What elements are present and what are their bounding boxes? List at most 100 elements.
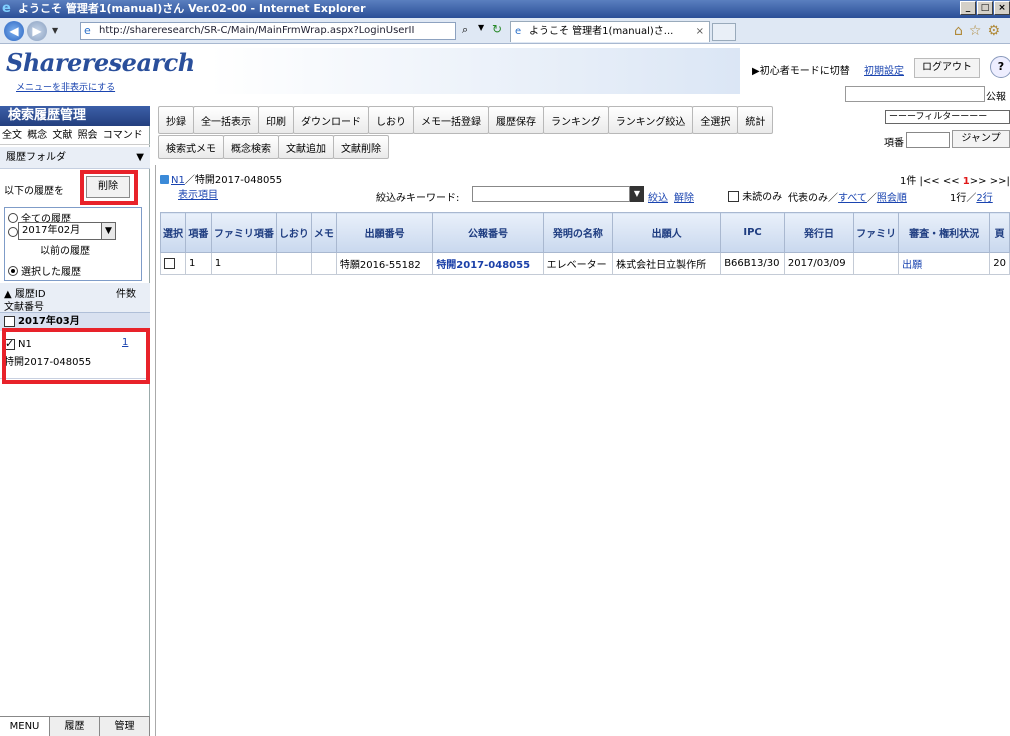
row-select-cell[interactable] — [160, 252, 186, 275]
col-family-no[interactable]: ファミリ項番 — [210, 212, 277, 253]
col-page: 頁 — [989, 212, 1010, 253]
tab-command[interactable]: コマンド — [103, 130, 143, 141]
header-input[interactable] — [845, 86, 985, 102]
col-pub-no[interactable]: 公報番号 — [432, 212, 544, 253]
col-date[interactable]: 発行日 — [783, 212, 855, 253]
repr-all-link[interactable]: すべて — [838, 193, 867, 204]
add-document-button[interactable]: 文献追加 — [278, 135, 334, 159]
unread-checkbox[interactable] — [728, 191, 739, 202]
rows-label: 1行／ — [950, 193, 977, 204]
breadcrumb-rest: ／特開2017-048055 — [184, 175, 283, 186]
hide-menu-link[interactable]: メニューを非表示にする — [16, 80, 115, 93]
ranking-button[interactable]: ランキング — [543, 106, 609, 134]
select-all-button[interactable]: 全選択 — [692, 106, 739, 134]
new-tab-button[interactable] — [712, 23, 736, 41]
statistics-button[interactable]: 統計 — [737, 106, 774, 134]
bulk-memo-button[interactable]: メモ一括登録 — [413, 106, 489, 134]
col-ipc[interactable]: IPC — [720, 212, 785, 253]
pagination-prefix[interactable]: 1件 |<< << — [900, 176, 963, 187]
keyword-label: 絞込みキーワード: — [376, 193, 460, 204]
history-folder-select[interactable]: 履歴フォルダ ▼ — [0, 147, 150, 169]
history-dropdown-icon[interactable]: ▼ — [52, 26, 58, 35]
browser-tab[interactable]: e ようこそ 管理者1(manual)さ... × — [510, 21, 710, 42]
keyword-input[interactable] — [472, 186, 630, 202]
tab-manage[interactable]: 管理 — [100, 717, 150, 736]
gear-icon[interactable]: ⚙ — [987, 23, 1006, 39]
row-app-no: 特願2016-55182 — [335, 252, 434, 275]
initial-settings-link[interactable]: 初期設定 — [864, 62, 904, 77]
col-app-no[interactable]: 出願番号 — [335, 212, 434, 253]
url-input[interactable]: e http://shareresearch/SR-C/Main/MainFrm… — [80, 22, 456, 40]
minimize-button[interactable]: _ — [960, 1, 976, 15]
row-checkbox[interactable] — [164, 257, 175, 269]
jump-button[interactable]: ジャンプ — [952, 130, 1010, 148]
tab-fulltext[interactable]: 全文 — [2, 130, 22, 141]
logout-button[interactable]: ログアウト — [914, 58, 980, 78]
date-select[interactable]: 2017年02月 ▼ — [18, 222, 116, 240]
col-memo: メモ — [310, 212, 337, 253]
month-checkbox[interactable] — [4, 316, 15, 327]
col-status[interactable]: 審査・権利状況 — [898, 212, 991, 253]
current-page: 1 — [962, 176, 970, 187]
search-memo-button[interactable]: 検索式メモ — [158, 135, 224, 159]
bulk-display-button[interactable]: 全一括表示 — [193, 106, 259, 134]
left-pane-title: 検索履歴管理 — [0, 106, 150, 126]
close-window-button[interactable]: × — [994, 1, 1010, 15]
concept-search-button[interactable]: 概念検索 — [223, 135, 279, 159]
repr-order-link[interactable]: 照会順 — [877, 193, 907, 204]
delete-document-button[interactable]: 文献削除 — [333, 135, 389, 159]
row-pub-no-link[interactable]: 特開2017-048055 — [432, 252, 544, 275]
row-title: エレベーター — [542, 252, 614, 275]
tab-document[interactable]: 文献 — [52, 130, 72, 141]
url-dropdown-icon[interactable]: ▼ — [478, 23, 484, 32]
row-bookmark[interactable] — [275, 252, 312, 275]
tab-ie-icon: e — [515, 26, 522, 37]
refresh-icon[interactable]: ↻ — [492, 22, 502, 36]
release-link[interactable]: 解除 — [674, 189, 694, 204]
col-applicant[interactable]: 出願人 — [612, 212, 722, 253]
ranking-filter-button[interactable]: ランキング絞込 — [607, 106, 694, 134]
search-icon[interactable]: ⌕ — [462, 23, 468, 37]
help-icon[interactable]: ? — [990, 56, 1010, 78]
tab-history[interactable]: 履歴 — [50, 717, 100, 736]
history-folder-label: 履歴フォルダ — [6, 152, 66, 163]
pagination-suffix[interactable]: >> >>| — [970, 176, 1010, 187]
highlight-box-delete — [80, 170, 138, 205]
tab-concept[interactable]: 概念 — [27, 130, 47, 141]
table-row[interactable]: 1 1 特願2016-55182 特開2017-048055 エレベーター 株式… — [160, 252, 1010, 275]
back-arrow-icon[interactable]: ◀ — [4, 21, 24, 41]
rows-link[interactable]: 2行 — [976, 193, 992, 204]
row-status-link[interactable]: 出願 — [898, 252, 991, 275]
tab-menu[interactable]: MENU — [0, 717, 50, 736]
maximize-button[interactable]: □ — [977, 1, 993, 15]
home-icon[interactable]: ⌂ — [954, 23, 969, 39]
radio-selected-history[interactable]: 選択した履歴 — [8, 263, 81, 278]
bookmark-button[interactable]: しおり — [368, 106, 414, 134]
address-bar: ◀ ▶ ▼ e http://shareresearch/SR-C/Main/M… — [0, 18, 1010, 44]
unread-only-toggle[interactable]: 未読のみ — [728, 188, 782, 203]
save-history-button[interactable]: 履歴保存 — [488, 106, 544, 134]
close-tab-icon[interactable]: × — [696, 22, 704, 42]
results-table: 選択 項番 ファミリ項番 しおり メモ 出願番号 公報番号 発明の名称 出願人 … — [160, 212, 1010, 275]
col-item-no[interactable]: 項番 — [185, 212, 212, 253]
row-date: 2017/03/09 — [783, 252, 855, 275]
print-button[interactable]: 印刷 — [258, 106, 294, 134]
tab-inquiry[interactable]: 照会 — [78, 130, 98, 141]
breadcrumb-link[interactable]: N1 — [171, 175, 185, 186]
narrow-link[interactable]: 絞込 — [648, 189, 668, 204]
favorites-icon[interactable]: ☆ — [969, 23, 988, 39]
download-button[interactable]: ダウンロード — [293, 106, 369, 134]
abstract-button[interactable]: 抄録 — [158, 106, 194, 134]
item-no-input[interactable] — [906, 132, 950, 148]
beginner-mode-link[interactable]: ▶初心者モードに切替 — [752, 62, 850, 77]
display-items-link[interactable]: 表示項目 — [178, 186, 218, 201]
tab-title: ようこそ 管理者1(manual)さ... — [529, 26, 674, 37]
col-title[interactable]: 発明の名称 — [542, 212, 614, 253]
radio-dot — [8, 227, 18, 237]
rows-per-item: 1行／2行 — [950, 189, 993, 204]
filter-select[interactable]: ーーーフィルターーーー — [885, 110, 1010, 124]
keyword-dropdown-icon[interactable]: ▼ — [630, 186, 644, 202]
forward-arrow-icon[interactable]: ▶ — [27, 21, 47, 41]
row-memo[interactable] — [310, 252, 337, 275]
book-icon — [160, 175, 169, 184]
